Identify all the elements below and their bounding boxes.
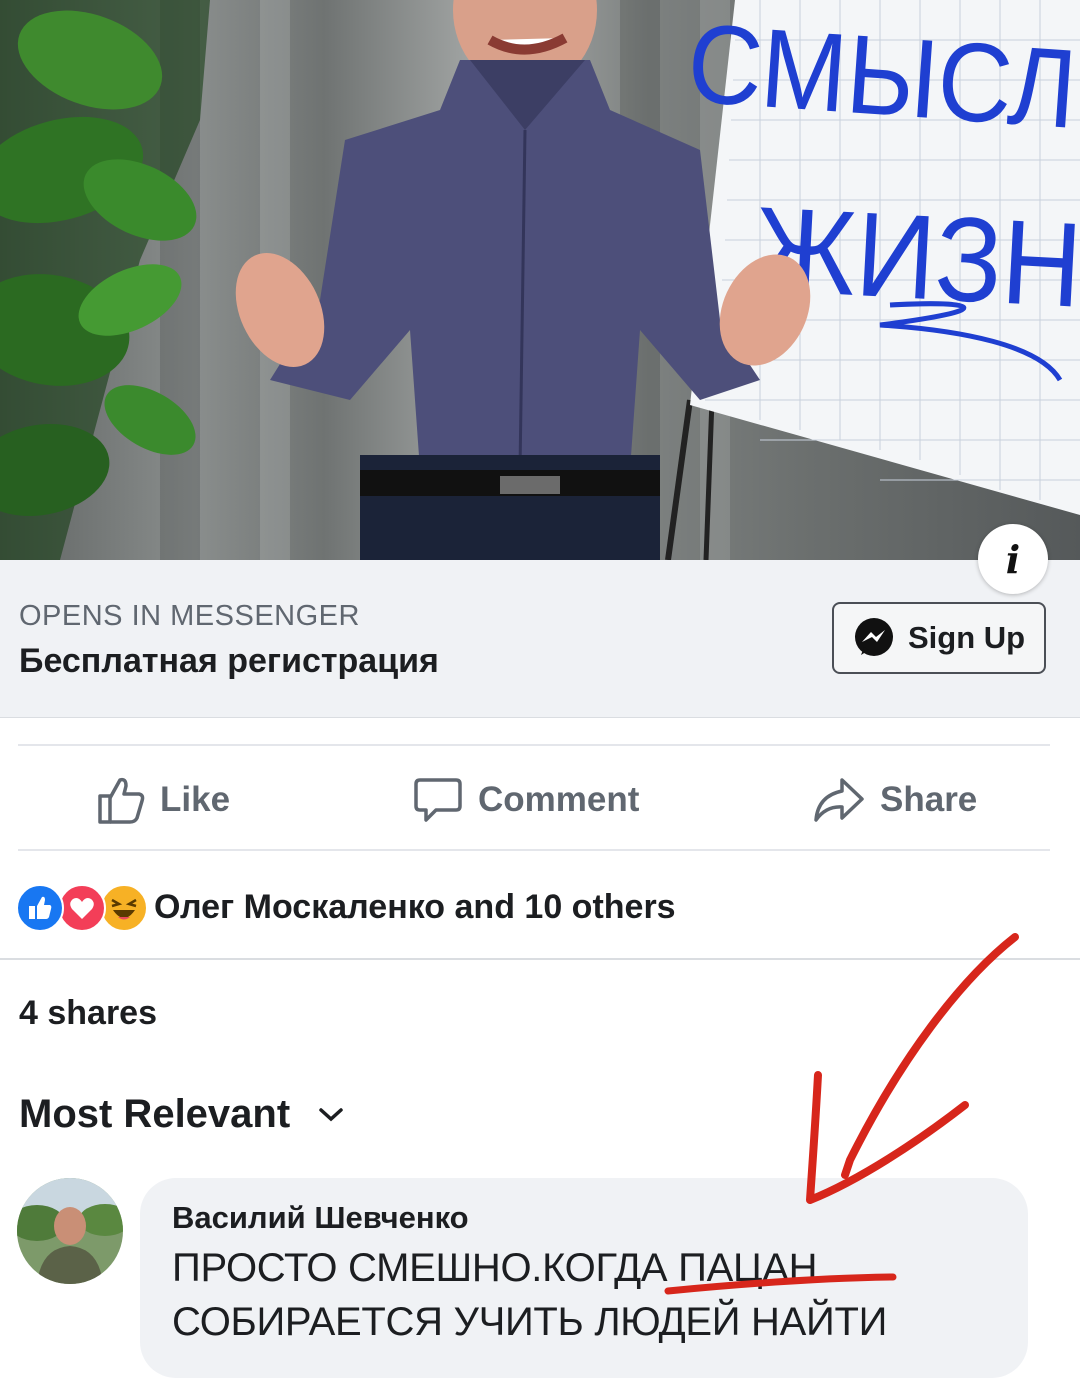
share-label: Share	[880, 780, 978, 819]
like-reaction-icon	[16, 884, 64, 932]
share-arrow-icon	[814, 778, 864, 822]
info-button[interactable]: i	[978, 524, 1048, 594]
reactions-text[interactable]: Олег Москаленко and 10 others	[154, 888, 676, 927]
thumbs-up-icon	[98, 777, 145, 824]
comment-text-line: ПРОСТО СМЕШНО.КОГДА ПАЦАН	[172, 1246, 818, 1290]
comment-author[interactable]: Василий Шевченко	[172, 1200, 469, 1236]
cta-title[interactable]: Бесплатная регистрация	[19, 642, 439, 681]
love-reaction-icon	[58, 884, 106, 932]
haha-reaction-icon	[100, 884, 148, 932]
sort-label: Most Relevant	[19, 1092, 291, 1136]
reaction-icons	[16, 884, 148, 932]
comment-icon	[414, 778, 462, 822]
like-button[interactable]: Like	[96, 770, 230, 830]
sign-up-label: Sign Up	[908, 620, 1026, 655]
info-icon: i	[1005, 536, 1021, 582]
avatar[interactable]	[17, 1178, 123, 1284]
divider	[18, 849, 1050, 851]
divider	[0, 958, 1080, 960]
like-label: Like	[160, 780, 231, 819]
messenger-icon	[855, 618, 893, 656]
divider	[18, 744, 1050, 746]
chevron-down-icon	[319, 1107, 343, 1121]
comment-label: Comment	[478, 780, 640, 819]
comment-button[interactable]: Comment	[412, 770, 639, 830]
comment-sort-dropdown[interactable]: Most Relevant	[19, 1092, 344, 1137]
reactions-summary[interactable]: Олег Москаленко and 10 others	[16, 883, 676, 932]
shares-count[interactable]: 4 shares	[19, 994, 157, 1033]
video-scene: СМЫСЛ ЖИЗНИ	[0, 0, 1080, 560]
video-frame[interactable]: СМЫСЛ ЖИЗНИ	[0, 0, 1080, 560]
share-button[interactable]: Share	[812, 770, 977, 830]
comment-text-line: СОБИРАЕТСЯ УЧИТЬ ЛЮДЕЙ НАЙТИ	[172, 1300, 888, 1344]
cta-kicker: OPENS IN MESSENGER	[19, 600, 360, 632]
sign-up-button[interactable]: Sign Up	[832, 602, 1046, 674]
